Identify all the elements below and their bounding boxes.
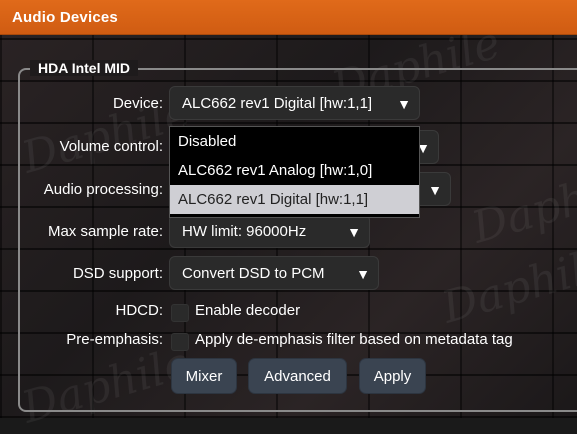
hdcd-option-label: Enable decoder xyxy=(195,302,301,319)
group-title: HDA Intel MID xyxy=(30,60,139,76)
dsd-support-label: DSD support: xyxy=(72,265,163,282)
hdcd-label: HDCD: xyxy=(115,302,164,319)
dsd-support-value: Convert DSD to PCM xyxy=(182,264,325,282)
audio-processing-label: Audio processing: xyxy=(43,181,163,198)
pre-emphasis-option-label: Apply de-emphasis filter based on metada… xyxy=(195,331,513,348)
sample-rate-label: Max sample rate: xyxy=(47,223,163,240)
pre-emphasis-label: Pre-emphasis: xyxy=(66,331,163,348)
hdcd-checkbox[interactable] xyxy=(171,304,189,322)
window-title: Audio Devices xyxy=(12,8,118,26)
dsd-support-select[interactable]: Convert DSD to PCM ▼ xyxy=(169,256,379,290)
device-select-value: ALC662 rev1 Digital [hw:1,1] xyxy=(182,94,373,112)
device-option-digital[interactable]: ALC662 rev1 Digital [hw:1,1] xyxy=(170,185,419,214)
chevron-down-icon: ▼ xyxy=(397,96,411,112)
chevron-down-icon: ▼ xyxy=(356,266,370,282)
chevron-down-icon: ▼ xyxy=(428,182,442,198)
sample-rate-select[interactable]: HW limit: 96000Hz ▼ xyxy=(169,214,370,248)
title-bar: Audio Devices xyxy=(0,0,577,35)
device-select[interactable]: ALC662 rev1 Digital [hw:1,1] ▼ xyxy=(169,86,420,120)
sample-rate-value: HW limit: 96000Hz xyxy=(182,222,307,240)
volume-control-label: Volume control: xyxy=(59,138,163,155)
device-label: Device: xyxy=(112,95,163,112)
chevron-down-icon: ▼ xyxy=(347,224,361,240)
pre-emphasis-checkbox[interactable] xyxy=(171,333,189,351)
device-dropdown-list: Disabled ALC662 rev1 Analog [hw:1,0] ALC… xyxy=(169,126,420,218)
device-option-disabled[interactable]: Disabled xyxy=(170,127,419,156)
apply-button[interactable]: Apply xyxy=(359,358,426,394)
mixer-button[interactable]: Mixer xyxy=(171,358,237,394)
advanced-button[interactable]: Advanced xyxy=(248,358,347,394)
device-option-analog[interactable]: ALC662 rev1 Analog [hw:1,0] xyxy=(170,156,419,185)
